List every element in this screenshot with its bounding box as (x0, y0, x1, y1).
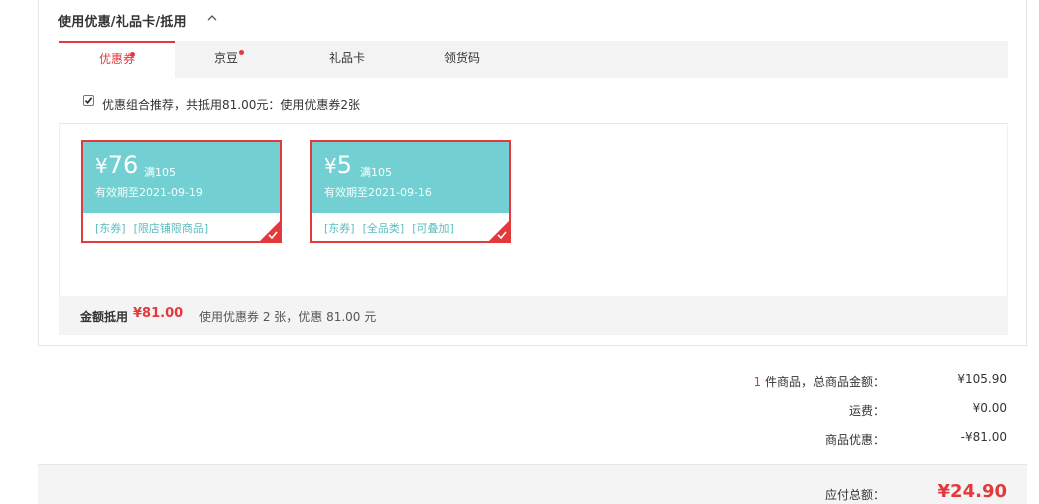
coupon-condition: 满105 (360, 166, 392, 179)
summary-label: 金额抵用 (80, 310, 129, 324)
coupon-tags: [东券] [全品类] [可叠加] (324, 220, 462, 236)
tab-coupons[interactable]: 优惠券 (59, 41, 175, 78)
recommend-checkbox[interactable] (83, 95, 94, 106)
summary-text: 使用优惠券 2 张，优惠 81.00 元 (199, 310, 377, 324)
items-total-label: 1 件商品，总商品金额： (754, 373, 885, 390)
discount-label: 商品优惠： (824, 433, 885, 447)
section-title: 使用优惠/礼品卡/抵用 (58, 15, 187, 30)
tab-label: 领货码 (443, 51, 480, 65)
new-dot (130, 52, 135, 57)
coupon-amount: ¥76 (95, 151, 139, 179)
selected-check-icon (497, 231, 507, 239)
coupon-card[interactable]: ¥5 满105 有效期至2021-09-16 [东券] [全品类] [可叠加] (310, 140, 511, 243)
coupon-tag: [东券] (95, 222, 126, 235)
coupon-tag: [限店铺限商品] (133, 222, 209, 235)
shipping-label: 运费： (848, 404, 885, 418)
coupon-tag: [全品类] (362, 222, 405, 235)
tab-label: 礼品卡 (328, 51, 365, 65)
items-total-value: ¥105.90 (957, 372, 1007, 386)
shipping-value: ¥0.00 (972, 401, 1007, 415)
checkmark-icon (84, 97, 93, 105)
coupon-condition: 满105 (144, 166, 176, 179)
summary-amount: ¥81.00 (133, 306, 184, 321)
coupon-card[interactable]: ¥76 满105 有效期至2021-09-19 [东券] [限店铺限商品] (81, 140, 282, 243)
selected-check-icon (268, 231, 278, 239)
coupon-tag: [可叠加] (412, 222, 454, 235)
payable-label: 应付总额： (824, 488, 885, 502)
tab-bar: 优惠券 京豆 礼品卡 领货码 (59, 41, 1008, 78)
payable-total: ¥24.90 (937, 481, 1007, 502)
coupon-tags: [东券] [限店铺限商品] (95, 220, 216, 236)
coupon-tag: [东券] (324, 222, 355, 235)
item-count: 1 (753, 375, 762, 389)
coupon-expire: 有效期至2021-09-19 (95, 186, 203, 199)
coupon-expire: 有效期至2021-09-16 (324, 186, 432, 199)
recommend-text: 优惠组合推荐，共抵用81.00元：使用优惠券2张 (102, 98, 360, 112)
chevron-up-icon[interactable] (207, 13, 217, 23)
tab-jingdou[interactable]: 京豆 (175, 41, 277, 78)
tab-pickup-code[interactable]: 领货码 (417, 41, 507, 78)
tab-gift-card[interactable]: 礼品卡 (277, 41, 417, 78)
tab-label: 京豆 (213, 51, 238, 65)
new-dot (239, 50, 244, 55)
coupon-amount: ¥5 (324, 151, 353, 179)
items-label: 件商品，总商品金额： (764, 375, 885, 389)
discount-value: -¥81.00 (960, 430, 1007, 444)
